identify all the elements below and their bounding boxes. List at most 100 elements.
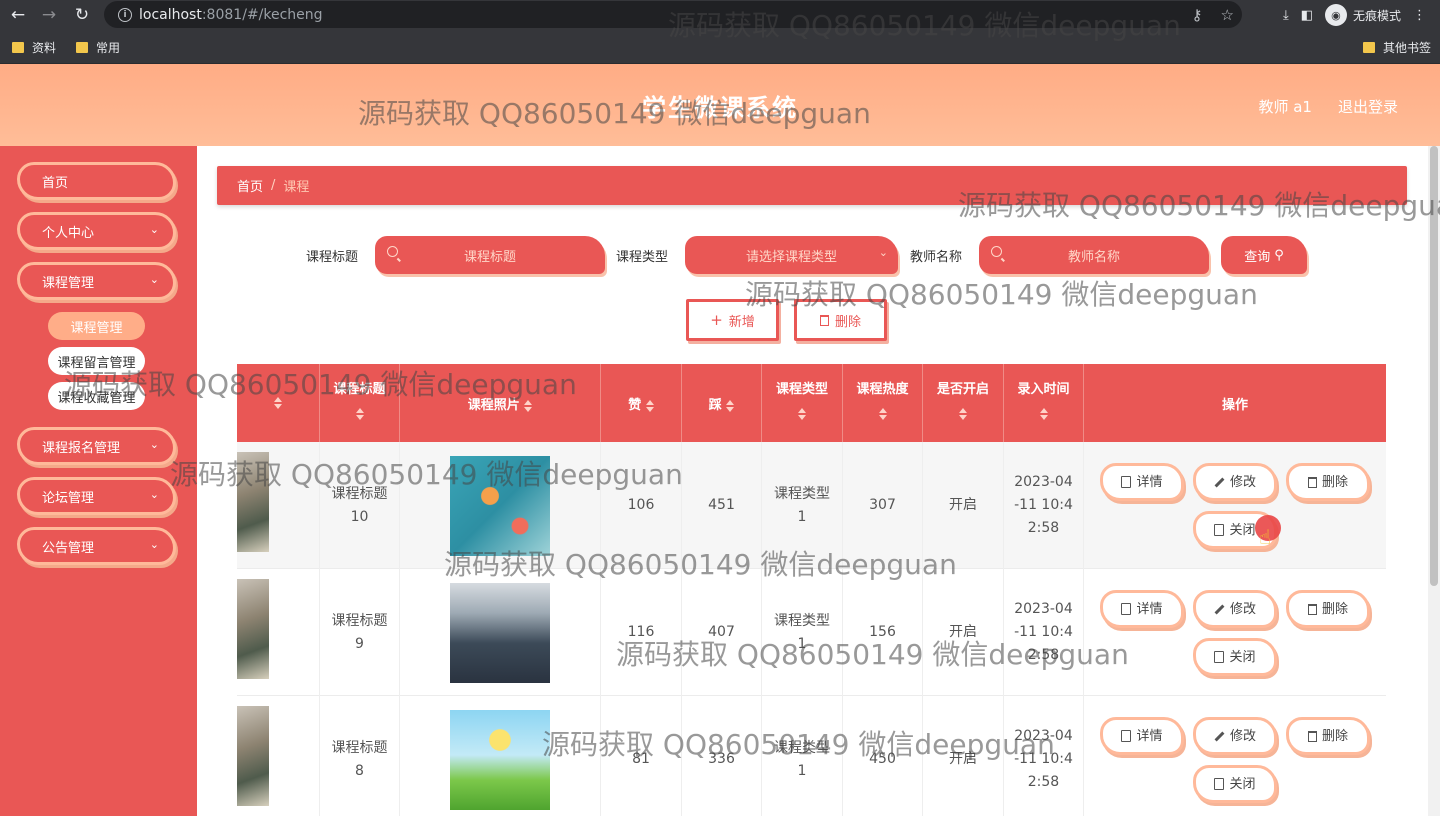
bookmark-label: 常用 bbox=[96, 41, 121, 55]
download-icon[interactable]: ⤓ bbox=[1283, 8, 1289, 23]
query-button[interactable]: 查询 ⚲ bbox=[1221, 236, 1307, 274]
bookmark-folder[interactable]: 常用 bbox=[76, 39, 120, 56]
header-label: 课程标题 bbox=[333, 382, 386, 397]
teacher-search-input[interactable]: 教师名称 bbox=[979, 236, 1209, 274]
chevron-down-icon: ⌄ bbox=[149, 273, 159, 286]
select-column-header[interactable] bbox=[237, 364, 320, 442]
reload-icon[interactable]: ↻ bbox=[67, 0, 97, 30]
query-label: 查询 bbox=[1244, 249, 1271, 265]
table-header: 课程标题 课程照片 赞 踩 课程类型 课程热度 是否开启 录入时间 操作 bbox=[237, 364, 1386, 442]
sidebar-sub-course[interactable]: 课程管理 bbox=[48, 312, 145, 340]
ops-cell: 详情 修改 删除 关闭 bbox=[1084, 569, 1386, 696]
add-label: 新增 bbox=[728, 314, 755, 330]
th-like[interactable]: 赞 bbox=[601, 364, 682, 442]
sort-icon[interactable] bbox=[878, 407, 887, 420]
document-icon bbox=[1121, 730, 1132, 742]
sidebar-item-enroll[interactable]: 课程报名管理 ⌄ bbox=[17, 427, 176, 465]
detail-button[interactable]: 详情 bbox=[1100, 590, 1184, 628]
header-label: 是否开启 bbox=[936, 382, 989, 397]
th-photo[interactable]: 课程照片 bbox=[400, 364, 601, 442]
th-heat[interactable]: 课程热度 bbox=[843, 364, 923, 442]
title-cell: 课程标题 10 bbox=[320, 442, 400, 569]
chevron-down-icon: ⌄ bbox=[149, 488, 159, 501]
star-icon[interactable]: ☆ bbox=[1221, 6, 1234, 24]
edit-button[interactable]: 修改 bbox=[1193, 590, 1277, 628]
sort-icon[interactable] bbox=[645, 399, 654, 412]
title-search-input[interactable]: 课程标题 bbox=[375, 236, 605, 274]
heat-cell: 450 bbox=[843, 696, 923, 816]
type-select[interactable]: 请选择课程类型 ⌄ bbox=[685, 236, 898, 274]
menu-label: 课程管理 bbox=[42, 275, 95, 291]
scrollbar-thumb[interactable] bbox=[1430, 146, 1438, 586]
detail-button[interactable]: 详情 bbox=[1100, 463, 1184, 501]
sidebar-item-forum[interactable]: 论坛管理 ⌄ bbox=[17, 477, 176, 515]
title-placeholder: 课程标题 bbox=[463, 249, 516, 265]
breadcrumb-home[interactable]: 首页 bbox=[237, 176, 263, 195]
add-button[interactable]: + 新增 bbox=[686, 299, 779, 341]
teacher-thumbnail bbox=[237, 706, 269, 806]
logout-link[interactable]: 退出登录 bbox=[1338, 96, 1398, 117]
sidebar-item-home[interactable]: 首页 bbox=[17, 162, 176, 200]
sort-icon[interactable] bbox=[798, 407, 806, 420]
photo-cell bbox=[400, 569, 601, 696]
sort-icon[interactable] bbox=[1039, 407, 1048, 420]
th-dislike[interactable]: 踩 bbox=[682, 364, 762, 442]
bookmark-folder[interactable]: 资料 bbox=[12, 39, 56, 56]
sidebar-item-notice[interactable]: 公告管理 ⌄ bbox=[17, 527, 176, 565]
delete-button[interactable]: 删除 bbox=[1286, 463, 1370, 501]
user-name[interactable]: 教师 a1 bbox=[1258, 96, 1312, 117]
trash-icon bbox=[1307, 730, 1317, 742]
th-title[interactable]: 课程标题 bbox=[320, 364, 400, 442]
address-bar[interactable]: i localhost:8081/#/kecheng bbox=[104, 1, 1242, 28]
edit-button[interactable]: 修改 bbox=[1193, 463, 1277, 501]
sort-icon[interactable] bbox=[274, 396, 282, 409]
menu-icon[interactable]: ⋮ bbox=[1413, 8, 1426, 23]
edit-button[interactable]: 修改 bbox=[1193, 717, 1277, 755]
forward-icon[interactable]: → bbox=[34, 0, 64, 30]
detail-button[interactable]: 详情 bbox=[1100, 717, 1184, 755]
sort-icon[interactable] bbox=[959, 407, 967, 420]
sidepanel-icon[interactable]: ◧ bbox=[1301, 8, 1313, 23]
info-icon[interactable]: i bbox=[118, 7, 132, 22]
hand-cursor-icon: ☝ bbox=[1259, 525, 1272, 549]
plus-icon: + bbox=[710, 311, 723, 329]
page-scrollbar[interactable] bbox=[1428, 146, 1440, 816]
sidebar-sub-comments[interactable]: 课程留言管理 bbox=[48, 347, 145, 375]
ops-cell: 详情 修改 删除 关闭 ☝ bbox=[1084, 442, 1386, 569]
course-photo[interactable] bbox=[450, 455, 550, 556]
sort-icon[interactable] bbox=[355, 407, 364, 420]
dislike-cell: 336 bbox=[682, 696, 762, 816]
sort-icon[interactable] bbox=[726, 399, 735, 412]
other-bookmarks[interactable]: 其他书签 bbox=[1363, 39, 1431, 56]
sidebar-sub-favorites[interactable]: 课程收藏管理 bbox=[48, 382, 145, 410]
edit-icon bbox=[1214, 731, 1225, 741]
op-label: 关闭 bbox=[1229, 776, 1256, 792]
key-icon[interactable]: ⚷ bbox=[1192, 6, 1203, 24]
breadcrumb-current: 课程 bbox=[283, 180, 310, 195]
close-button[interactable]: 关闭 bbox=[1193, 765, 1277, 803]
course-photo[interactable] bbox=[450, 709, 550, 810]
th-time[interactable]: 录入时间 bbox=[1004, 364, 1084, 442]
sidebar-item-profile[interactable]: 个人中心 ⌄ bbox=[17, 212, 176, 250]
teacher-thumbnail bbox=[237, 579, 269, 679]
incognito-indicator[interactable]: ◉ 无痕模式 bbox=[1324, 4, 1401, 26]
document-icon bbox=[1121, 476, 1132, 488]
delete-button[interactable]: 删除 bbox=[1286, 717, 1370, 755]
header-label: 赞 bbox=[628, 398, 642, 413]
sort-icon[interactable] bbox=[524, 399, 533, 412]
browser-toolbar: ← → ↻ i localhost:8081/#/kecheng ⚷ ☆ ⤓ ◧… bbox=[0, 0, 1440, 30]
op-label: 详情 bbox=[1136, 601, 1163, 617]
th-open[interactable]: 是否开启 bbox=[923, 364, 1004, 442]
type-placeholder: 请选择课程类型 bbox=[745, 249, 837, 265]
trash-icon bbox=[819, 314, 829, 326]
back-icon[interactable]: ← bbox=[3, 0, 33, 30]
course-photo[interactable] bbox=[450, 582, 550, 683]
th-type[interactable]: 课程类型 bbox=[762, 364, 843, 442]
batch-delete-button[interactable]: 删除 bbox=[794, 299, 887, 341]
header-label: 踩 bbox=[708, 398, 722, 413]
header-label: 课程热度 bbox=[856, 382, 909, 397]
close-button[interactable]: 关闭 bbox=[1193, 638, 1277, 676]
type-label: 课程类型 bbox=[616, 250, 669, 265]
delete-button[interactable]: 删除 bbox=[1286, 590, 1370, 628]
sidebar-item-course[interactable]: 课程管理 ⌄ bbox=[17, 262, 176, 300]
